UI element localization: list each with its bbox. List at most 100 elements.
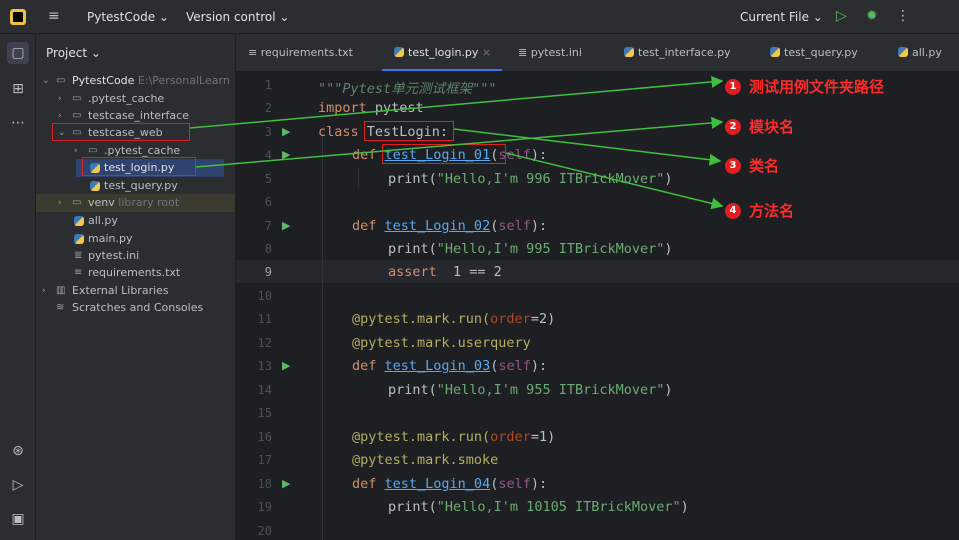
run-test-icon[interactable]: ▶: [282, 359, 290, 372]
chevron-down-icon[interactable]: ⌄: [42, 72, 50, 90]
callout-number-badge: 3: [725, 157, 741, 174]
punctuation: ):: [530, 147, 548, 163]
callout-text: 方法名: [749, 202, 795, 220]
code-line-9[interactable]: assert 1 == 2: [388, 264, 502, 280]
tree-item-pytest-ini[interactable]: ≣ pytest.ini: [36, 247, 235, 265]
annotation-box-testcase-web: [52, 123, 190, 141]
function-name: test_Login_03: [384, 358, 491, 374]
tree-item-label: PytestCode: [72, 74, 135, 87]
code-line-16[interactable]: @pytest.mark.run(order=1): [352, 429, 555, 445]
tab-pytest-ini[interactable]: ≣ pytest.ini: [518, 46, 582, 59]
code-line-19[interactable]: print("Hello,I'm 10105 ITBrickMover"): [388, 499, 689, 515]
chevron-right-icon[interactable]: ›: [58, 90, 62, 108]
python-file-icon: [898, 47, 908, 57]
tab-requirements[interactable]: ≡ requirements.txt: [248, 46, 353, 59]
structure-tool-icon[interactable]: ⊞: [7, 78, 29, 100]
more-tools-icon[interactable]: ⋯: [7, 112, 29, 134]
main-menu-icon[interactable]: ≡: [48, 8, 60, 24]
code-line-1[interactable]: """Pytest单元测试框架""": [318, 77, 497, 97]
project-selector[interactable]: PytestCode ⌄: [87, 10, 169, 24]
run-configuration-selector[interactable]: Current File ⌄: [740, 10, 823, 24]
string-literal: "Hello,I'm 996 ITBrickMover": [436, 171, 665, 187]
line-number: 15: [257, 406, 272, 420]
line-number: 12: [257, 336, 272, 350]
python-file-icon: [394, 47, 404, 57]
tab-all-py[interactable]: all.py: [898, 46, 942, 59]
project-tool-icon[interactable]: ▢: [7, 42, 29, 64]
code-line-12[interactable]: @pytest.mark.userquery: [352, 335, 531, 351]
tree-item-external-libraries[interactable]: › ▥ External Libraries: [36, 282, 235, 300]
run-tool-icon[interactable]: ▷: [7, 474, 29, 496]
version-control-menu[interactable]: Version control ⌄: [186, 10, 289, 24]
debug-icon[interactable]: ✹: [866, 8, 878, 24]
keyword: def: [352, 147, 377, 163]
app-logo-icon: [10, 9, 26, 25]
code-line-18[interactable]: def test_Login_04(self):: [352, 476, 547, 492]
tree-item-all-py[interactable]: all.py: [36, 212, 235, 230]
tree-item-pytest-cache[interactable]: › ▭ .pytest_cache: [36, 90, 235, 108]
code-line-2[interactable]: import pytest: [318, 100, 424, 116]
code-line-17[interactable]: @pytest.mark.smoke: [352, 452, 498, 468]
callout-number-badge: 2: [725, 118, 741, 135]
project-panel: Project ⌄ ⌄ ▭ PytestCode E:\PersonalLear…: [36, 34, 236, 540]
folder-icon: ▭: [56, 75, 66, 86]
chevron-right-icon[interactable]: ›: [58, 194, 62, 212]
tree-item-requirements[interactable]: ≡ requirements.txt: [36, 264, 235, 282]
module-name: pytest: [366, 100, 424, 116]
tree-item-label: External Libraries: [72, 284, 169, 297]
tab-label: test_login.py: [408, 46, 479, 59]
line-number: 3: [264, 125, 272, 139]
annotation-box-method-name: [382, 144, 506, 164]
string-literal: "Hello,I'm 10105 ITBrickMover": [436, 499, 681, 515]
folder-icon: ▭: [72, 197, 82, 208]
tab-test-login[interactable]: test_login.py ×: [394, 46, 491, 59]
terminal-icon[interactable]: ▣: [7, 508, 29, 530]
tree-item-label: Scratches and Consoles: [72, 301, 204, 314]
close-icon[interactable]: ×: [482, 46, 491, 59]
tree-item-scratches[interactable]: ≋ Scratches and Consoles: [36, 299, 235, 317]
line-number: 19: [257, 500, 272, 514]
annotation-box-class-name: [364, 121, 454, 141]
function-name: test_Login_04: [384, 476, 491, 492]
self-param: self: [498, 218, 531, 234]
run-test-icon[interactable]: ▶: [282, 148, 290, 161]
code-line-11[interactable]: @pytest.mark.run(order=2): [352, 311, 555, 327]
argument-value: =2): [530, 311, 556, 327]
tree-item-label: main.py: [88, 232, 133, 245]
string-literal: "Hello,I'm 955 ITBrickMover": [436, 382, 665, 398]
tree-item-label: venv: [88, 196, 115, 209]
tree-item-test-query[interactable]: test_query.py: [36, 177, 235, 195]
code-editor[interactable]: 1 2 3 4 5 6 7 8 9 10 11 12 13 14 15 16 1…: [236, 72, 959, 540]
keyword-argument: order: [490, 311, 531, 327]
code-line-7[interactable]: def test_Login_02(self):: [352, 218, 547, 234]
annotation-box-test-login: [82, 157, 196, 176]
run-icon[interactable]: ▷: [836, 8, 847, 24]
more-actions-icon[interactable]: ⋮: [896, 8, 910, 24]
python-packages-icon[interactable]: ⊛: [7, 440, 29, 462]
code-line-14[interactable]: print("Hello,I'm 955 ITBrickMover"): [388, 382, 673, 398]
tree-item-venv[interactable]: › ▭ venv library root: [36, 194, 235, 212]
run-test-icon[interactable]: ▶: [282, 477, 290, 490]
tab-test-query[interactable]: test_query.py: [770, 46, 858, 59]
tab-test-interface[interactable]: test_interface.py: [624, 46, 731, 59]
keyword: def: [352, 358, 377, 374]
punctuation: ):: [530, 218, 548, 234]
current-line-highlight: [236, 260, 959, 283]
tree-item-project-root[interactable]: ⌄ ▭ PytestCode E:\PersonalLearn: [36, 72, 235, 90]
line-number: 2: [264, 101, 272, 115]
project-panel-header[interactable]: Project ⌄: [46, 46, 101, 60]
chevron-right-icon[interactable]: ›: [74, 142, 78, 160]
assert-expression: 1 == 2: [436, 264, 502, 280]
chevron-right-icon[interactable]: ›: [42, 282, 46, 300]
tree-item-path-hint: E:\PersonalLearn: [134, 74, 230, 87]
builtin-call: print(: [388, 382, 437, 398]
editor-tab-bar: ≡ requirements.txt test_login.py × ≣ pyt…: [236, 34, 959, 72]
code-line-5[interactable]: print("Hello,I'm 996 ITBrickMover"): [388, 171, 673, 187]
builtin-call: print(: [388, 241, 437, 257]
code-line-13[interactable]: def test_Login_03(self):: [352, 358, 547, 374]
tree-item-main-py[interactable]: main.py: [36, 230, 235, 248]
callout-text: 类名: [749, 157, 780, 175]
run-test-icon[interactable]: ▶: [282, 125, 290, 138]
code-line-8[interactable]: print("Hello,I'm 995 ITBrickMover"): [388, 241, 673, 257]
run-test-icon[interactable]: ▶: [282, 219, 290, 232]
